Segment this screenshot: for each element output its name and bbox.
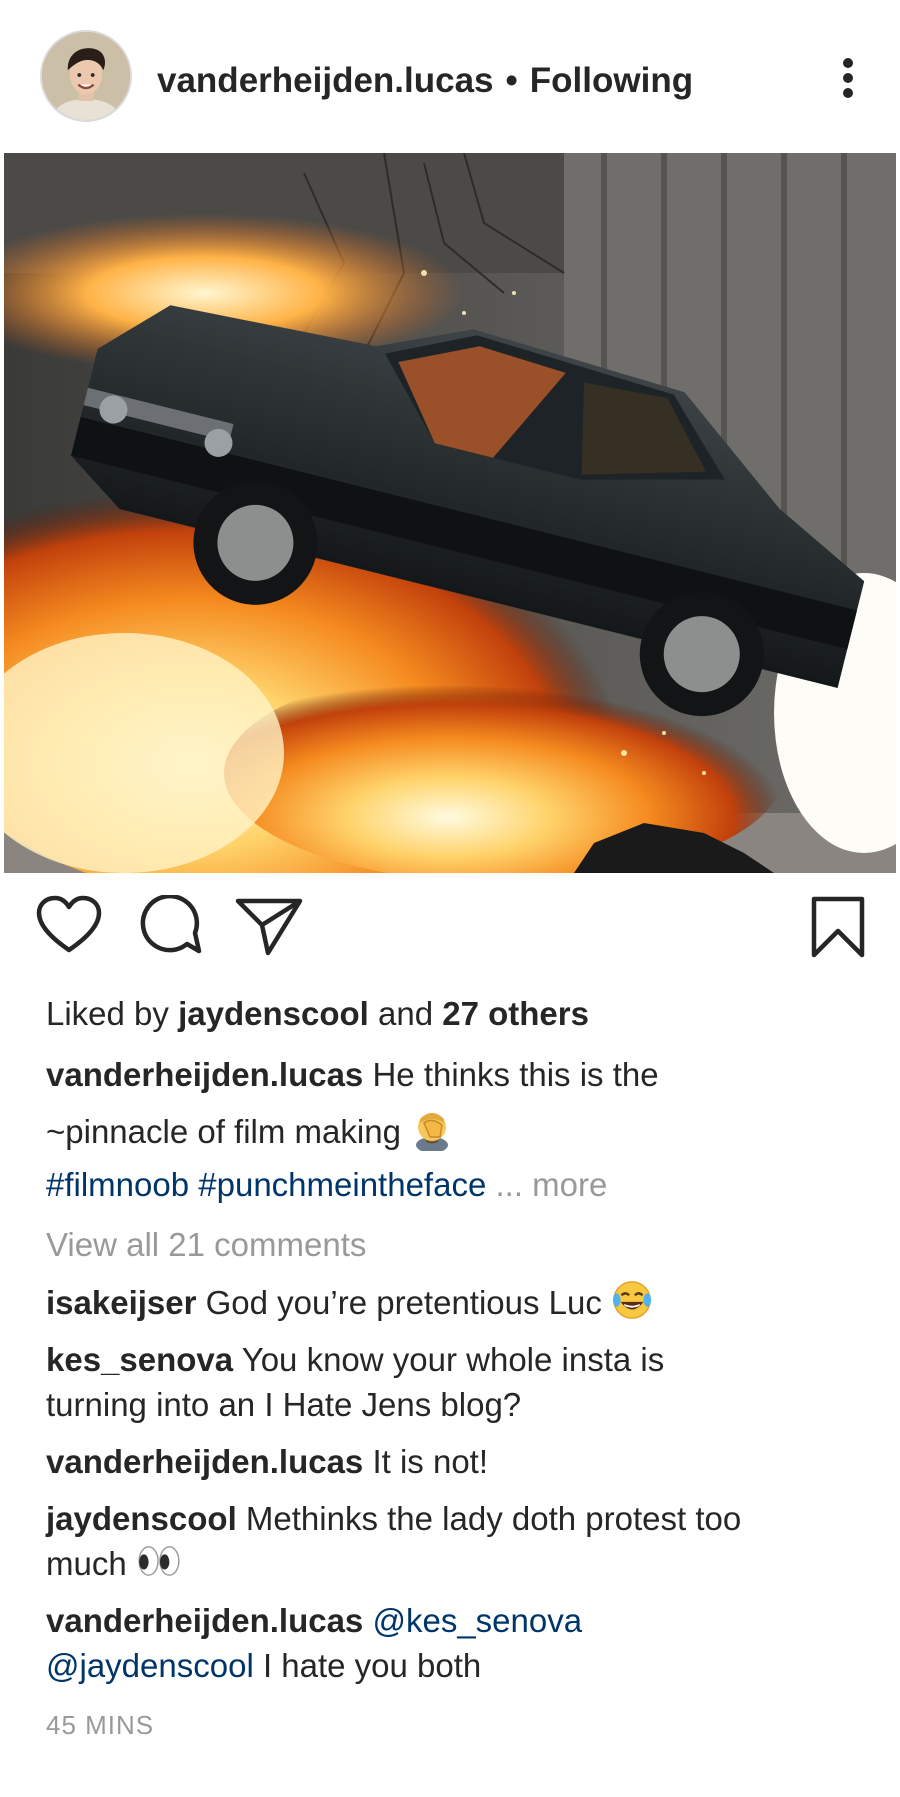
caption-text-1: He thinks this is the: [372, 1056, 659, 1093]
laughing-tears-emoji-icon: [611, 1279, 653, 1332]
caption-username[interactable]: vanderheijden.lucas: [46, 1056, 363, 1093]
avatar[interactable]: [40, 30, 132, 122]
comment-row: vanderheijden.lucas It is not!: [46, 1439, 488, 1484]
comment-row: jaydenscool Methinks the lady doth prote…: [46, 1496, 741, 1541]
caption-line-3: #filmnoob #punchmeintheface ... more: [46, 1162, 607, 1207]
mention-link[interactable]: @jaydenscool: [46, 1647, 254, 1684]
comment-row: kes_senova You know your whole insta is: [46, 1337, 664, 1382]
face-palm-emoji-icon: [410, 1107, 454, 1162]
following-status[interactable]: Following: [530, 61, 693, 101]
comment-text: I hate you both: [262, 1647, 482, 1684]
more-link[interactable]: more: [532, 1166, 607, 1203]
caption-line-2: ~pinnacle of film making: [46, 1107, 454, 1162]
hashtag-filmnoob[interactable]: #filmnoob: [46, 1166, 189, 1203]
comment-row: vanderheijden.lucas @kes_senova: [46, 1598, 582, 1643]
eyes-emoji-icon: [136, 1544, 182, 1589]
action-bar: [0, 893, 900, 975]
comment-text: Methinks the lady doth protest too: [245, 1500, 742, 1537]
comment-text: You know your whole insta is: [241, 1341, 665, 1378]
comment-username[interactable]: kes_senova: [46, 1341, 233, 1378]
more-options-icon[interactable]: [830, 56, 866, 100]
likes-user[interactable]: jaydenscool: [178, 995, 369, 1032]
caption-text-2: ~pinnacle of film making: [46, 1113, 401, 1151]
mention-link[interactable]: @kes_senova: [372, 1602, 582, 1639]
comment-text: turning into an I Hate Jens blog?: [46, 1386, 522, 1423]
comment-username[interactable]: vanderheijden.lucas: [46, 1443, 363, 1480]
comment-continuation: @jaydenscool I hate you both: [46, 1643, 481, 1688]
comment-text: God you’re pretentious Luc: [205, 1284, 602, 1322]
likes-line: Liked by jaydenscool and 27 others: [46, 991, 589, 1036]
comment-continuation: turning into an I Hate Jens blog?: [46, 1382, 521, 1427]
comment-text: much: [46, 1545, 127, 1582]
likes-and: and: [378, 995, 434, 1032]
likes-prefix: Liked by: [46, 995, 169, 1032]
header-user-row: vanderheijden.lucas • Following: [157, 56, 693, 106]
comment-continuation: much: [46, 1541, 182, 1589]
comment-username[interactable]: jaydenscool: [46, 1500, 237, 1537]
heart-icon[interactable]: [36, 895, 102, 965]
bookmark-icon[interactable]: [808, 895, 868, 965]
post-timestamp: 45 MINS: [46, 1710, 155, 1740]
share-icon[interactable]: [234, 895, 304, 965]
post-photo[interactable]: [4, 153, 896, 873]
comment-username[interactable]: vanderheijden.lucas: [46, 1602, 363, 1639]
hashtag-punchmeintheface[interactable]: #punchmeintheface: [198, 1166, 486, 1203]
caption-ellipsis: ...: [495, 1166, 523, 1203]
instagram-post: vanderheijden.lucas • Following Liked by…: [0, 0, 900, 1797]
header-username[interactable]: vanderheijden.lucas: [157, 61, 494, 101]
comment-icon[interactable]: [137, 893, 203, 965]
post-header: vanderheijden.lucas • Following: [0, 0, 900, 154]
likes-count[interactable]: 27 others: [442, 995, 589, 1032]
comment-text: It is not!: [372, 1443, 489, 1480]
caption-line-1: vanderheijden.lucas He thinks this is th…: [46, 1052, 659, 1097]
comment-username[interactable]: isakeijser: [46, 1284, 196, 1321]
view-all-comments[interactable]: View all 21 comments: [46, 1222, 366, 1267]
comment-row: isakeijser God you’re pretentious Luc: [46, 1279, 653, 1332]
separator-dot: •: [505, 61, 518, 100]
